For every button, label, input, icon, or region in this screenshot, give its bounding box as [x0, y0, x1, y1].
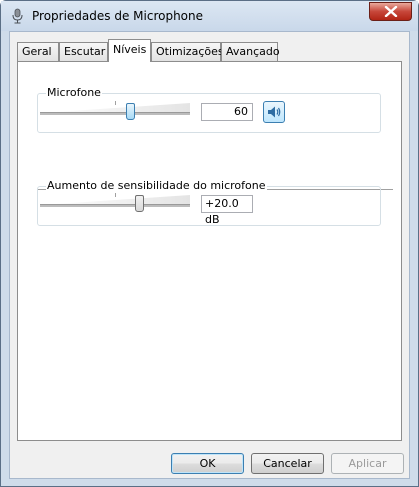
microphone-level-input[interactable]: 60	[201, 103, 253, 121]
ok-button[interactable]: OK	[171, 453, 244, 474]
slider-tick	[115, 101, 116, 105]
tab-label: Otimizações	[156, 45, 224, 58]
boost-slider[interactable]	[40, 204, 190, 208]
cancel-button[interactable]: Cancelar	[251, 453, 324, 474]
tab-label: Avançado	[226, 45, 280, 58]
tab-label: Geral	[22, 45, 52, 58]
apply-button-label: Aplicar	[348, 457, 387, 470]
boost-group-label: Aumento de sensibilidade do microfone	[46, 179, 267, 192]
tab-label: Escutar	[64, 45, 106, 58]
tab-niveis[interactable]: Níveis	[108, 39, 151, 62]
microphone-group-label: Microfone	[46, 86, 102, 99]
microphone-icon	[12, 8, 23, 24]
cancel-button-label: Cancelar	[263, 457, 312, 470]
microphone-slider[interactable]	[40, 112, 190, 116]
slider-tick	[115, 193, 116, 197]
mute-toggle-button[interactable]	[263, 101, 285, 123]
tab-avancado[interactable]: Avançado	[221, 42, 280, 61]
boost-slider-thumb[interactable]	[135, 195, 144, 212]
close-button[interactable]	[369, 2, 412, 21]
window-title: Propriedades de Microphone	[32, 9, 204, 23]
ok-button-label: OK	[199, 457, 216, 470]
microphone-level-value: 60	[234, 105, 248, 118]
boost-level-input[interactable]: +20.0 dB	[201, 195, 253, 226]
dialog-client-area: Geral Escutar Níveis Otimizações Avançad…	[9, 31, 410, 479]
levels-panel: Microfone 60 Aumento de sensibilidade do…	[17, 61, 402, 441]
tab-geral[interactable]: Geral	[17, 42, 59, 61]
title-bar[interactable]: Propriedades de Microphone	[1, 1, 418, 31]
microphone-slider-thumb[interactable]	[126, 103, 135, 120]
speaker-icon	[268, 106, 281, 118]
apply-button[interactable]: Aplicar	[331, 453, 404, 474]
tab-escutar[interactable]: Escutar	[59, 42, 108, 61]
close-icon	[384, 6, 398, 17]
tab-label: Níveis	[113, 43, 147, 56]
tab-otimizacoes[interactable]: Otimizações	[151, 42, 224, 61]
dialog-window: Propriedades de Microphone Geral Escutar…	[0, 0, 419, 487]
